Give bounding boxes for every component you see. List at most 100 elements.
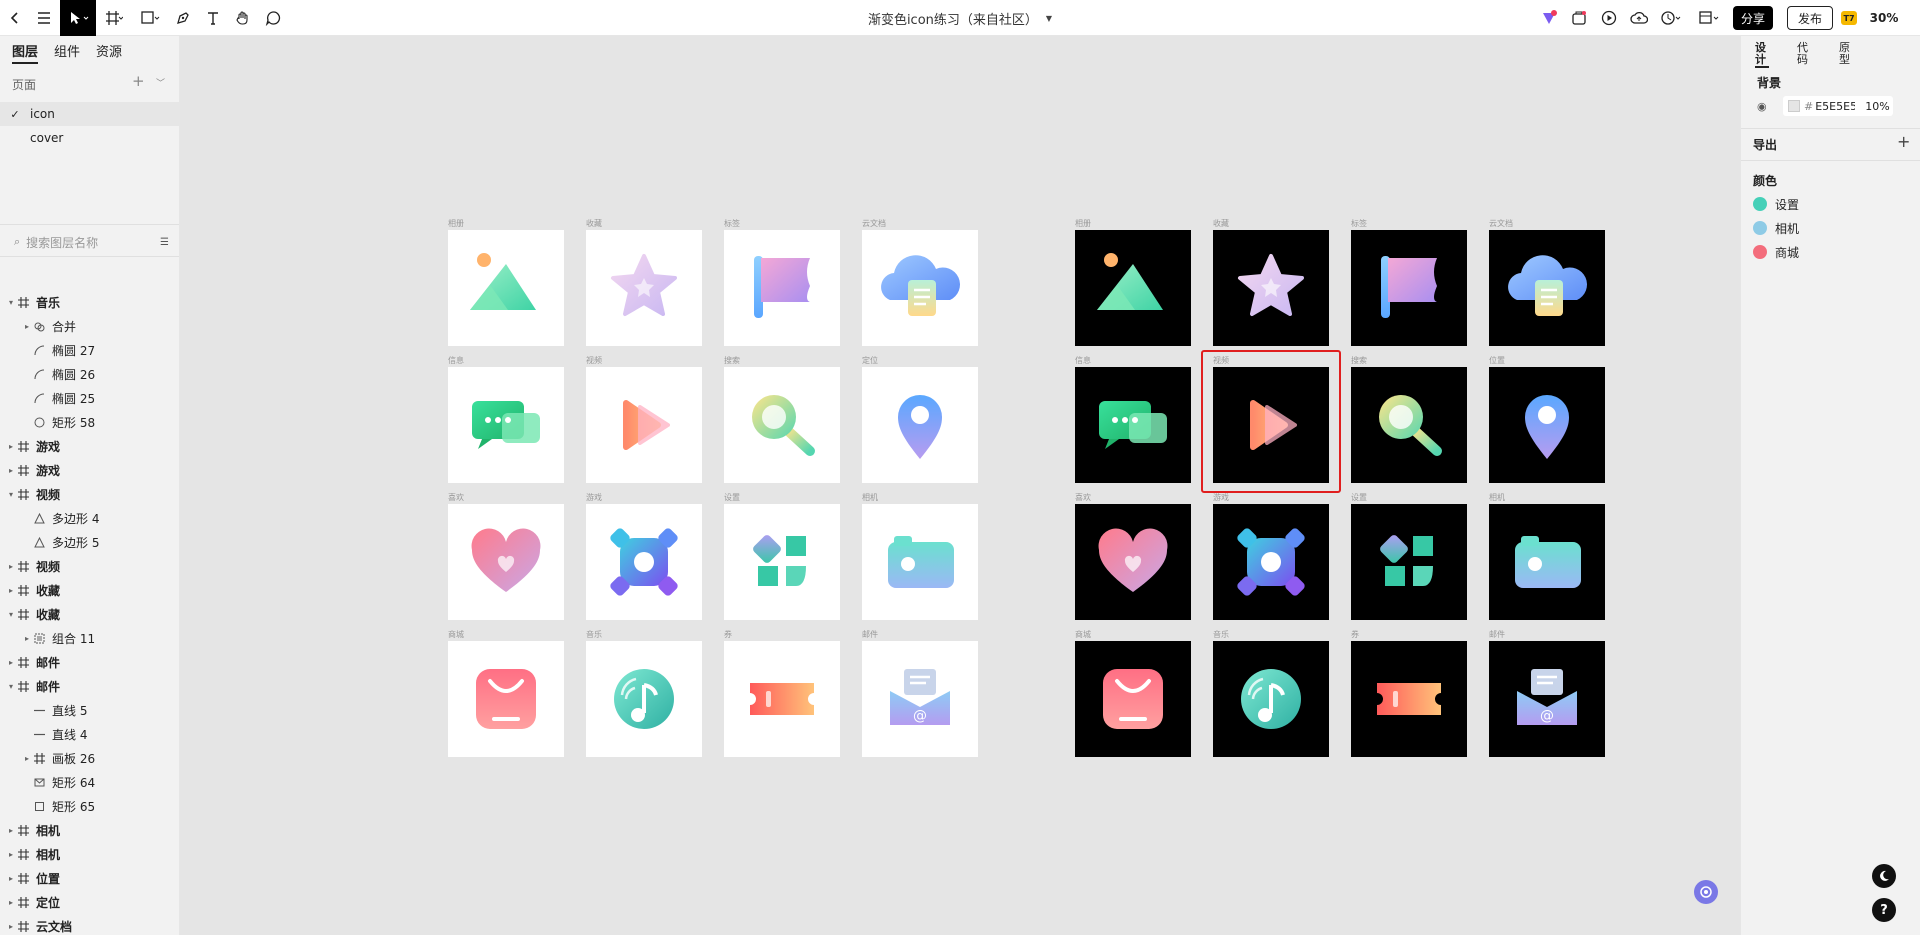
caret-right-icon[interactable]: ▸ [6, 466, 16, 475]
layer-item[interactable]: 直线 4 [0, 722, 179, 746]
artboard-label[interactable]: 信息 [448, 356, 464, 366]
color-swatch[interactable] [1753, 221, 1767, 235]
filter-icon[interactable]: ☰ [160, 237, 169, 248]
chevron-down-icon[interactable]: ▼ [1046, 14, 1052, 23]
artboard-label[interactable]: 云文档 [1489, 219, 1513, 229]
file-title[interactable]: 渐变色icon练习（来自社区） ▼ [760, 0, 1160, 36]
page-item-icon[interactable]: ✓ icon [0, 102, 179, 126]
artboard-mail[interactable]: @ [862, 641, 978, 757]
artboard-label[interactable]: 云文档 [862, 219, 886, 229]
layer-item[interactable]: 椭圆 27 [0, 338, 179, 362]
layer-item[interactable]: ▾ 收藏 [0, 602, 179, 626]
artboard-label[interactable]: 邮件 [1489, 630, 1505, 640]
artboard-music[interactable] [1213, 641, 1329, 757]
layer-item[interactable]: ▾ 邮件 [0, 674, 179, 698]
color-swatch[interactable] [1753, 245, 1767, 259]
color-swatch[interactable] [1753, 197, 1767, 211]
artboard-bag[interactable] [1075, 641, 1191, 757]
collapse-pages-icon[interactable]: ﹀ [156, 76, 165, 89]
layer-item[interactable]: ▸ 定位 [0, 890, 179, 914]
artboard-label[interactable]: 商城 [448, 630, 464, 640]
caret-right-icon[interactable]: ▸ [6, 898, 16, 907]
menu-icon[interactable] [30, 0, 58, 36]
caret-right-icon[interactable]: ▸ [6, 562, 16, 571]
artboard-label[interactable]: 搜索 [1351, 356, 1367, 366]
layer-item[interactable]: 矩形 65 [0, 794, 179, 818]
artboard-play[interactable] [1213, 367, 1329, 483]
artboard-label[interactable]: 券 [1351, 630, 1359, 640]
artboard-ticket[interactable] [1351, 641, 1467, 757]
artboard-label[interactable]: 信息 [1075, 356, 1091, 366]
artboard-pin[interactable] [1489, 367, 1605, 483]
artboard-album[interactable] [1075, 230, 1191, 346]
artboard-chat[interactable] [1075, 367, 1191, 483]
layer-item[interactable]: 椭圆 25 [0, 386, 179, 410]
add-export-icon[interactable]: + [1897, 132, 1910, 151]
artboard-bag[interactable] [448, 641, 564, 757]
layer-item[interactable]: 矩形 64 [0, 770, 179, 794]
rectangle-tool-icon[interactable] [136, 0, 164, 36]
cloud-sync-icon[interactable] [1628, 0, 1650, 36]
hand-tool-icon[interactable] [230, 0, 256, 36]
layer-item[interactable]: ▸ 视频 [0, 554, 179, 578]
artboard-chat[interactable] [448, 367, 564, 483]
background-color-field[interactable]: # E5E5E5 10% [1783, 96, 1893, 116]
caret-right-icon[interactable]: ▸ [6, 922, 16, 931]
add-page-icon[interactable]: + [132, 72, 145, 90]
artboard-label[interactable]: 收藏 [1213, 219, 1229, 229]
layer-item[interactable]: ▾ 视频 [0, 482, 179, 506]
artboard-star[interactable] [586, 230, 702, 346]
artboard-label[interactable]: 喜欢 [1075, 493, 1091, 503]
artboard-label[interactable]: 标签 [1351, 219, 1367, 229]
caret-down-icon[interactable]: ▾ [6, 490, 16, 499]
layer-item[interactable]: ▸ 画板 26 [0, 746, 179, 770]
layer-item[interactable]: ▸ 相机 [0, 842, 179, 866]
caret-right-icon[interactable]: ▸ [6, 826, 16, 835]
layer-item[interactable]: ▸ 游戏 [0, 434, 179, 458]
artboard-label[interactable]: 相册 [1075, 219, 1091, 229]
tab-design[interactable]: 设计 [1755, 42, 1769, 68]
caret-right-icon[interactable]: ▸ [6, 586, 16, 595]
color-style-item[interactable]: 相机 [1753, 218, 1799, 238]
help-icon[interactable]: ? [1872, 898, 1896, 922]
layer-item[interactable]: ▸ 游戏 [0, 458, 179, 482]
layer-item[interactable]: 椭圆 26 [0, 362, 179, 386]
back-icon[interactable] [2, 0, 28, 36]
artboard-label[interactable]: 设置 [724, 493, 740, 503]
zoom-level[interactable]: 30% [1864, 0, 1904, 36]
night-mode-icon[interactable] [1872, 864, 1896, 888]
tab-prototype[interactable]: 原型 [1839, 42, 1853, 66]
artboard-label[interactable]: 音乐 [586, 630, 602, 640]
caret-down-icon[interactable]: ▾ [6, 298, 16, 307]
layer-item[interactable]: ▸ 位置 [0, 866, 179, 890]
artboard-cloud[interactable] [862, 230, 978, 346]
artboard-star[interactable] [1213, 230, 1329, 346]
caret-right-icon[interactable]: ▸ [22, 322, 32, 331]
artboard-mail[interactable]: @ [1489, 641, 1605, 757]
artboard-label[interactable]: 喜欢 [448, 493, 464, 503]
artboard-label[interactable]: 券 [724, 630, 732, 640]
comment-tool-icon[interactable] [260, 0, 286, 36]
community-icon[interactable] [1694, 880, 1718, 904]
design-canvas[interactable] [180, 36, 1740, 935]
artboard-music[interactable] [586, 641, 702, 757]
artboard-label[interactable]: 商城 [1075, 630, 1091, 640]
layer-item[interactable]: ▸ 相机 [0, 818, 179, 842]
publish-button[interactable]: 发布 [1787, 6, 1833, 30]
user-avatar[interactable]: T7 [1841, 11, 1857, 25]
artboard-search[interactable] [724, 367, 840, 483]
tab-components[interactable]: 组件 [54, 42, 80, 64]
layer-item[interactable]: 多边形 5 [0, 530, 179, 554]
layer-item[interactable]: ▾ 音乐 [0, 290, 179, 314]
page-item-cover[interactable]: cover [0, 126, 179, 150]
artboard-label[interactable]: 设置 [1351, 493, 1367, 503]
layer-item[interactable]: 矩形 58 [0, 410, 179, 434]
eye-icon[interactable]: ◉ [1757, 100, 1767, 113]
artboard-label[interactable]: 邮件 [862, 630, 878, 640]
artboard-search[interactable] [1351, 367, 1467, 483]
artboard-label[interactable]: 视频 [1213, 356, 1229, 366]
layer-item[interactable]: ▸ 组合 11 [0, 626, 179, 650]
caret-right-icon[interactable]: ▸ [22, 634, 32, 643]
layer-search[interactable]: ⌕ 搜索图层名称 ☰ [0, 228, 179, 256]
share-button[interactable]: 分享 [1733, 6, 1773, 30]
